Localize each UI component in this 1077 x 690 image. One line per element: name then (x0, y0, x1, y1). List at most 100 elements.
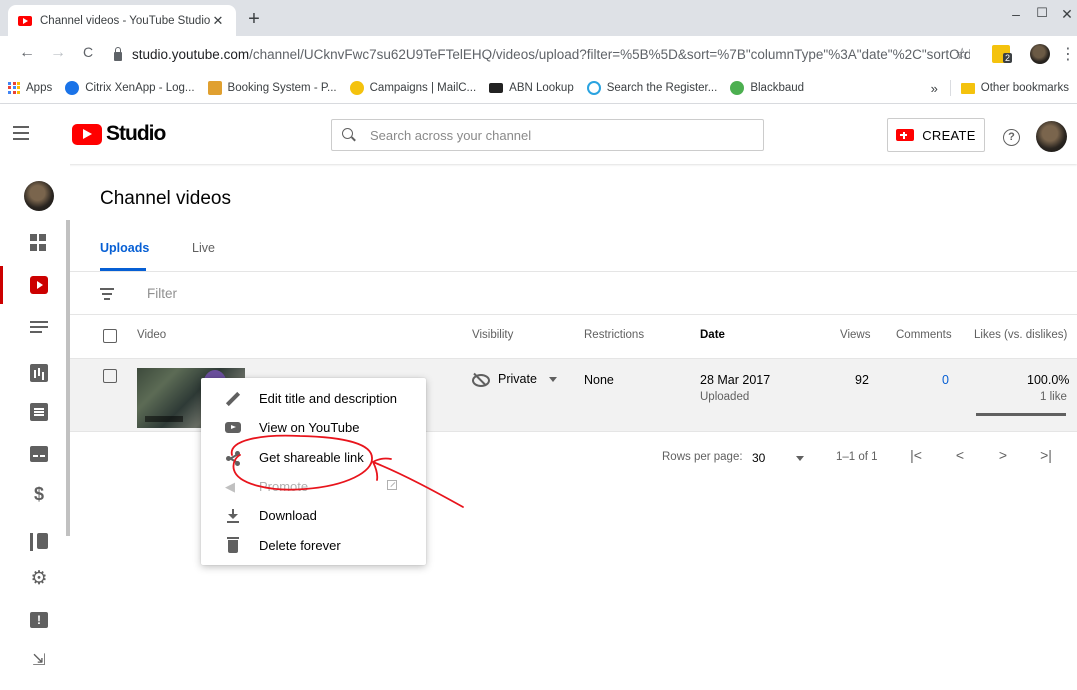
views-cell: 92 (855, 373, 869, 387)
video-options-menu: Edit title and description View on YouTu… (201, 378, 426, 565)
tab-uploads[interactable]: Uploads (100, 241, 149, 255)
menu-item-delete-forever[interactable]: Delete forever (201, 530, 426, 559)
pencil-icon (225, 391, 241, 407)
column-header-date[interactable]: Date (700, 329, 725, 341)
creator-studio-classic-icon[interactable]: ⇲ (30, 652, 48, 670)
new-tab-button[interactable]: + (244, 9, 264, 29)
create-button[interactable]: CREATE (887, 118, 985, 152)
menu-item-get-shareable-link[interactable]: Get shareable link (201, 443, 426, 472)
column-header-restrictions[interactable]: Restrictions (584, 329, 644, 341)
settings-icon[interactable]: ⚙ (30, 569, 48, 588)
playlists-icon[interactable] (30, 321, 48, 339)
visibility-dropdown[interactable]: Private (472, 372, 557, 387)
studio-logo[interactable]: Studio (72, 122, 166, 146)
address-bar[interactable]: studio.youtube.com/channel/UCknvFwc7su62… (108, 40, 970, 68)
trash-icon (225, 537, 241, 554)
likes-count: 1 like (1040, 391, 1067, 403)
column-header-visibility[interactable]: Visibility (472, 329, 513, 341)
likes-percent: 100.0% (1027, 373, 1070, 387)
column-header-views[interactable]: Views (840, 329, 870, 341)
audio-library-icon[interactable] (30, 533, 48, 551)
dashboard-icon[interactable] (30, 234, 48, 252)
hamburger-menu-icon[interactable] (13, 126, 29, 144)
column-header-comments[interactable]: Comments (896, 329, 952, 341)
date-cell: 28 Mar 2017 (700, 373, 771, 387)
videos-icon[interactable] (30, 276, 48, 294)
bookmarks-bar: Apps Citrix XenApp - Log... Booking Syst… (0, 72, 1077, 104)
browser-menu-icon[interactable]: ⋮ (1060, 44, 1076, 64)
download-icon (225, 508, 241, 524)
rows-per-page-label: Rows per page: (662, 451, 743, 463)
rows-per-page-select[interactable]: 30 (752, 451, 765, 465)
menu-item-download[interactable]: Download (201, 501, 426, 530)
comments-cell[interactable]: 0 (942, 373, 949, 387)
youtube-icon (225, 422, 241, 434)
browser-tab-strip: Channel videos - YouTube Studio ✕ + – ☐ … (0, 0, 1077, 36)
row-checkbox[interactable] (103, 369, 117, 383)
visibility-off-icon (472, 373, 490, 387)
reload-button[interactable]: C (77, 44, 99, 60)
bookmark-apps[interactable]: Apps (8, 81, 52, 94)
tab-title: Channel videos - YouTube Studio (40, 14, 210, 27)
restrictions-cell: None (584, 373, 614, 387)
tabs-divider (70, 271, 1077, 272)
studio-header: Studio CREATE ? (0, 104, 1077, 164)
send-feedback-icon[interactable] (30, 612, 48, 628)
channel-avatar[interactable] (24, 181, 54, 211)
megaphone-icon: ◀ (225, 478, 235, 494)
select-all-checkbox[interactable] (103, 329, 117, 343)
browser-tab[interactable]: Channel videos - YouTube Studio ✕ (8, 5, 236, 36)
analytics-icon[interactable] (30, 364, 48, 382)
booking-icon (207, 80, 222, 95)
share-icon (225, 450, 241, 466)
bookmarks-overflow-button[interactable]: » (931, 81, 938, 96)
subtitles-icon[interactable] (30, 446, 48, 462)
comments-icon[interactable] (30, 403, 48, 421)
page-title: Channel videos (100, 188, 231, 209)
account-avatar[interactable] (1036, 121, 1067, 152)
bookmark-abn[interactable]: ABN Lookup (489, 82, 574, 94)
citrix-icon (65, 80, 80, 95)
filter-input[interactable]: Filter (147, 286, 177, 301)
menu-item-view-on-youtube[interactable]: View on YouTube (201, 413, 426, 442)
tab-live[interactable]: Live (192, 241, 215, 255)
column-header-likes[interactable]: Likes (vs. dislikes) (974, 329, 1067, 341)
search-input[interactable] (370, 127, 750, 143)
monetization-icon[interactable]: $ (30, 485, 48, 503)
column-header-video: Video (137, 329, 167, 341)
folder-icon (960, 82, 975, 94)
bookmark-register[interactable]: Search the Register... (586, 80, 717, 95)
last-page-button[interactable]: >| (1036, 447, 1056, 463)
filter-icon[interactable] (100, 288, 114, 303)
menu-item-edit[interactable]: Edit title and description (201, 384, 426, 413)
browser-toolbar: ← → C studio.youtube.com/channel/UCknvFw… (0, 36, 1077, 72)
first-page-button[interactable]: |< (906, 447, 926, 463)
likes-ratio-fill (976, 413, 1066, 416)
other-bookmarks[interactable]: Other bookmarks (981, 82, 1069, 94)
bookmarks-right: » Other bookmarks (931, 80, 1069, 96)
bookmark-blackbaud[interactable]: Blackbaud (730, 80, 804, 95)
help-icon[interactable]: ? (1003, 129, 1020, 146)
search-icon[interactable] (342, 128, 356, 142)
rows-per-page-chevron-icon[interactable] (796, 456, 804, 461)
youtube-favicon-icon (18, 15, 32, 26)
external-link-icon (387, 479, 397, 490)
menu-item-promote[interactable]: ◀ Promote (201, 472, 426, 501)
window-close-button[interactable]: ✕ (1052, 6, 1077, 23)
rail-active-indicator (0, 266, 3, 304)
back-button[interactable]: ← (16, 44, 38, 62)
bookmark-star-icon[interactable]: ☆ (955, 44, 969, 64)
likes-ratio-bar (976, 413, 1066, 416)
youtube-logo-icon (72, 123, 102, 145)
blackbaud-icon (730, 80, 745, 95)
extension-badge: 2 (1003, 53, 1013, 63)
register-icon (586, 80, 601, 95)
previous-page-button[interactable]: < (950, 447, 970, 463)
tab-close-icon[interactable]: ✕ (210, 13, 226, 29)
bookmark-mailchimp[interactable]: Campaigns | MailC... (349, 80, 476, 95)
next-page-button[interactable]: > (993, 447, 1013, 463)
forward-button[interactable]: → (47, 44, 69, 62)
bookmark-booking[interactable]: Booking System - P... (207, 80, 337, 95)
browser-profile-avatar[interactable] (1030, 44, 1050, 64)
bookmark-citrix[interactable]: Citrix XenApp - Log... (65, 80, 195, 95)
